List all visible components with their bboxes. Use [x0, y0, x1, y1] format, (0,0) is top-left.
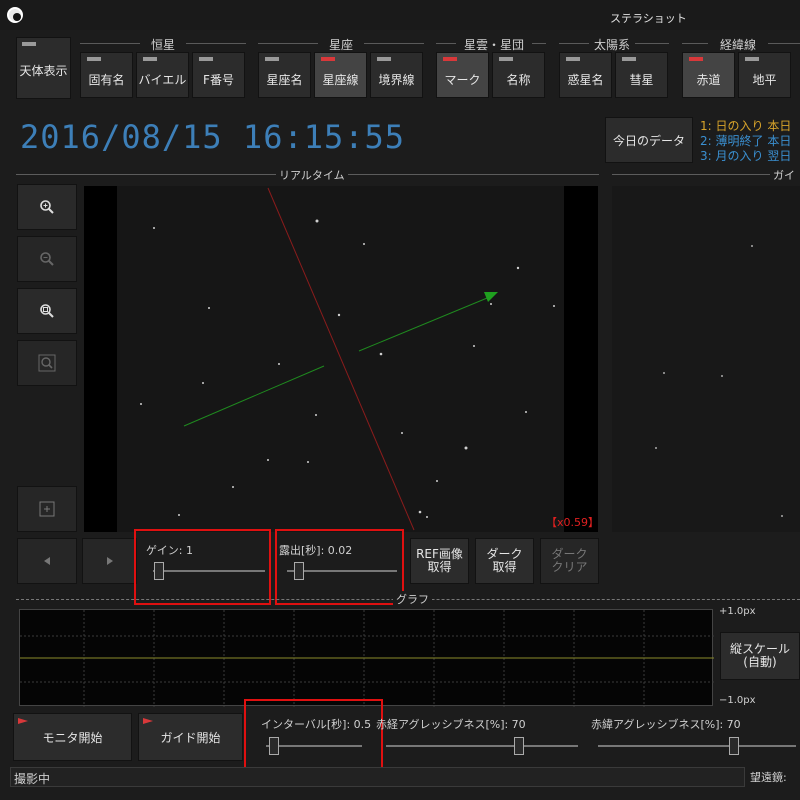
exposure-label: 露出[秒]: 0.02 — [279, 544, 353, 557]
today-data-button[interactable]: 今日のデータ — [605, 117, 693, 163]
triangle-right-icon — [106, 557, 113, 565]
toolbar-button-bayer[interactable]: バイエル — [136, 52, 189, 98]
ra-aggressiveness-thumb[interactable] — [514, 737, 524, 755]
zoom-out-button[interactable] — [17, 236, 77, 282]
dark-clear-button[interactable]: ダーク クリア — [540, 538, 599, 584]
zoom-fit-button[interactable] — [17, 288, 77, 334]
ra-aggressiveness-label: 赤経アグレッシブネス[%]: 70 — [376, 718, 526, 731]
zoom-area-icon — [38, 354, 56, 372]
toolbar-button-mark[interactable]: マーク — [436, 52, 489, 98]
gain-slider-track[interactable] — [153, 570, 265, 572]
zoom-area-button[interactable] — [17, 340, 77, 386]
toolbar-button-comet[interactable]: 彗星 — [615, 52, 668, 98]
crosshair-icon — [39, 501, 55, 517]
interval-label: インターバル[秒]: 0.5 — [261, 718, 372, 731]
toolbar-button-horizon[interactable]: 地平 — [738, 52, 791, 98]
guide-star-field — [655, 245, 783, 517]
monitor-start-button[interactable]: モニタ開始 — [13, 713, 132, 761]
graph-grid — [20, 610, 714, 707]
toolbar-button-constellation-name[interactable]: 星座名 — [258, 52, 311, 98]
ref-image-button[interactable]: REF画像 取得 — [410, 538, 469, 584]
zoom-readout: 【x0.59】 — [546, 516, 598, 529]
toolbar-button-proper-name[interactable]: 固有名 — [80, 52, 133, 98]
guide-view[interactable] — [612, 186, 800, 532]
toolbar-button-nebula-name[interactable]: 名称 — [492, 52, 545, 98]
toolbar-button-boundaries[interactable]: 境界線 — [370, 52, 423, 98]
interval-highlight — [244, 699, 383, 774]
realtime-label: リアルタイム — [276, 167, 348, 183]
window-title: ステラショット — [610, 12, 687, 25]
dec-aggressiveness-track[interactable] — [598, 745, 796, 747]
graph-label: グラフ — [393, 591, 432, 607]
interval-slider-thumb[interactable] — [269, 737, 279, 755]
indicator — [22, 42, 36, 46]
current-datetime: 2016/08/15 16:15:55 — [20, 118, 406, 156]
zoom-in-icon — [40, 200, 54, 214]
group-label-solar-system: 太陽系 — [593, 38, 630, 52]
gain-slider-thumb[interactable] — [154, 562, 164, 580]
exposure-slider-thumb[interactable] — [294, 562, 304, 580]
group-label-coordinates: 経緯線 — [719, 38, 756, 52]
group-label-nebula: 星雲・星団 — [463, 38, 524, 52]
toolbar-button-constellation-lines[interactable]: 星座線 — [314, 52, 367, 98]
ra-aggressiveness-track[interactable] — [386, 745, 578, 747]
dark-acquire-button[interactable]: ダーク 取得 — [475, 538, 534, 584]
group-label-constellations: 星座 — [328, 38, 353, 52]
app-logo-icon — [7, 7, 23, 23]
toolbar-button-equator[interactable]: 赤道 — [682, 52, 735, 98]
triangle-left-icon — [44, 557, 50, 565]
guide-start-button[interactable]: ガイド開始 — [138, 713, 243, 761]
previous-button[interactable] — [17, 538, 77, 584]
interval-slider-track[interactable] — [266, 745, 362, 747]
guide-graph — [19, 609, 714, 707]
zoom-in-button[interactable] — [17, 184, 77, 230]
group-label-stars: 恒星 — [150, 38, 175, 52]
gain-label: ゲイン: 1 — [146, 544, 193, 557]
zoom-out-icon — [40, 252, 54, 266]
today-info-3: 3: 月の入り 翌日 — [700, 149, 792, 163]
realtime-view[interactable]: 【x0.59】 — [84, 186, 598, 532]
celestial-display-label: 天体表示 — [19, 63, 68, 78]
status-bar: 撮影中 — [10, 767, 745, 787]
toolbar-button-planet-name[interactable]: 惑星名 — [559, 52, 612, 98]
status-text: 撮影中 — [14, 772, 51, 786]
telescope-label: 望遠鏡: — [750, 771, 787, 784]
graph-bottom-label: −1.0px — [719, 695, 756, 706]
zoom-fit-icon — [40, 304, 54, 318]
vertical-scale-button[interactable]: 縦スケール (自動) — [720, 632, 800, 680]
star-field — [140, 187, 555, 531]
toolbar-button-flamsteed[interactable]: F番号 — [192, 52, 245, 98]
celestial-display-button[interactable]: 天体表示 — [16, 37, 71, 99]
dec-aggressiveness-thumb[interactable] — [729, 737, 739, 755]
next-button[interactable] — [82, 538, 137, 584]
center-button[interactable] — [17, 486, 77, 532]
graph-top-label: +1.0px — [719, 606, 756, 617]
dec-aggressiveness-label: 赤緯アグレッシブネス[%]: 70 — [591, 718, 741, 731]
